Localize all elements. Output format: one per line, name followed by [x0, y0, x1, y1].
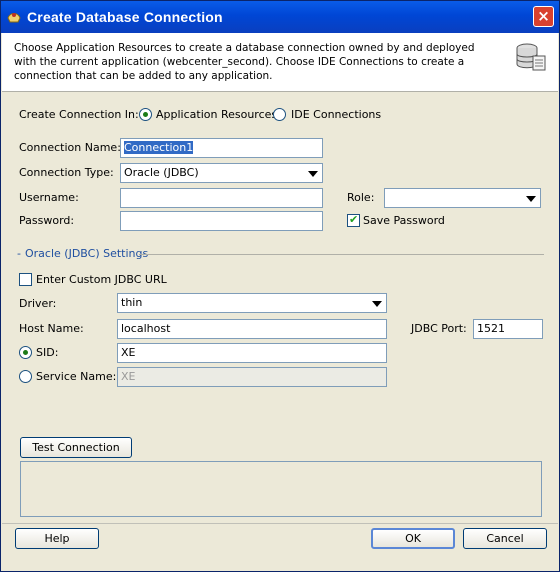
database-icon	[516, 43, 546, 71]
create-connection-in-label: Create Connection In:	[19, 108, 139, 121]
create-database-connection-dialog: Create Database Connection × Choose Appl…	[0, 0, 560, 572]
checkmark-icon: ✔	[349, 213, 359, 226]
driver-select[interactable]: thin	[117, 293, 387, 313]
connection-name-value: Connection1	[124, 141, 194, 154]
custom-jdbc-url-checkbox[interactable]	[19, 273, 32, 286]
sid-input[interactable]: XE	[117, 343, 387, 363]
bottom-separator	[2, 523, 558, 524]
group-divider	[139, 254, 544, 255]
help-button[interactable]: Help	[15, 528, 99, 549]
app-icon	[7, 13, 21, 23]
close-button[interactable]: ×	[533, 6, 554, 27]
connection-name-input[interactable]: Connection1	[120, 138, 323, 158]
connection-name-label: Connection Name:	[19, 141, 121, 154]
service-name-input: XE	[117, 367, 387, 387]
connection-type-value: Oracle (JDBC)	[124, 166, 199, 179]
test-connection-button[interactable]: Test Connection	[20, 437, 132, 458]
username-label: Username:	[19, 191, 79, 204]
jdbc-port-input[interactable]: 1521	[473, 319, 543, 339]
ide-connections-radio[interactable]	[273, 108, 286, 121]
application-resources-label[interactable]: Application Resources	[156, 108, 277, 121]
role-label: Role:	[347, 191, 375, 204]
password-input[interactable]	[120, 211, 323, 231]
title-bar[interactable]: Create Database Connection ×	[1, 1, 559, 33]
application-resources-radio[interactable]	[139, 108, 152, 121]
connection-type-select[interactable]: Oracle (JDBC)	[120, 163, 323, 183]
sid-radio[interactable]	[19, 346, 32, 359]
ok-button[interactable]: OK	[371, 528, 455, 549]
driver-value: thin	[121, 296, 143, 309]
jdbc-port-label: JDBC Port:	[411, 322, 467, 335]
password-label: Password:	[19, 214, 75, 227]
chevron-down-icon	[372, 301, 382, 307]
host-name-input[interactable]: localhost	[117, 319, 387, 339]
description-header: Choose Application Resources to create a…	[2, 33, 558, 92]
window-title: Create Database Connection	[27, 9, 223, 25]
test-status-area	[20, 461, 542, 517]
username-input[interactable]	[120, 188, 323, 208]
save-password-checkbox[interactable]: ✔	[347, 213, 360, 227]
service-name-radio[interactable]	[19, 370, 32, 383]
service-name-label[interactable]: Service Name:	[36, 370, 116, 383]
ide-connections-label[interactable]: IDE Connections	[291, 108, 381, 121]
role-select[interactable]	[384, 188, 541, 208]
sid-label[interactable]: SID:	[36, 346, 58, 359]
connection-type-label: Connection Type:	[19, 166, 114, 179]
chevron-down-icon	[308, 171, 318, 177]
oracle-settings-group-label: Oracle (JDBC) Settings	[25, 247, 149, 260]
host-name-label: Host Name:	[19, 322, 84, 335]
cancel-button[interactable]: Cancel	[463, 528, 547, 549]
group-dash: -	[17, 247, 21, 260]
custom-jdbc-url-label[interactable]: Enter Custom JDBC URL	[36, 273, 167, 286]
description-text: Choose Application Resources to create a…	[14, 42, 475, 82]
driver-label: Driver:	[19, 297, 57, 310]
save-password-label[interactable]: Save Password	[363, 214, 445, 227]
chevron-down-icon	[526, 196, 536, 202]
